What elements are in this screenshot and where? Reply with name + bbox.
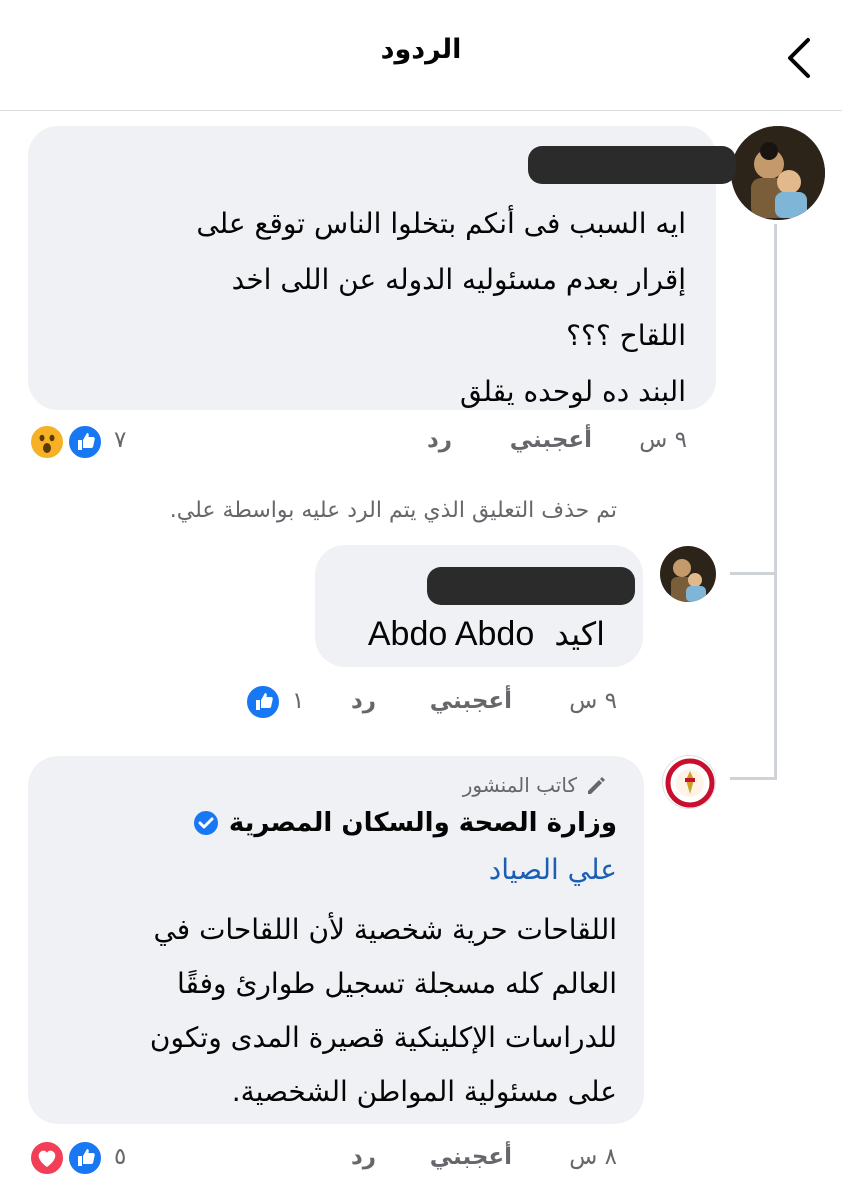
comment-bubble[interactable]: ايه السبب فى أنكم بتخلوا الناس توقع على … [28, 126, 736, 410]
reply-button[interactable]: رد [427, 427, 452, 453]
comment-body: اللقاحات حرية شخصية لأن اللقاحات في العا… [150, 903, 617, 1119]
like-button[interactable]: أعجبني [510, 427, 592, 453]
reply-button[interactable]: رد [351, 1144, 376, 1170]
deleted-comment-notice: تم حذف التعليق الذي يتم الرد عليه بواسطة… [169, 498, 617, 523]
redacted-author-name [427, 567, 635, 605]
like-icon [66, 423, 104, 461]
ministry-logo-avatar[interactable] [662, 755, 716, 809]
comment-time: ٩ س [569, 688, 617, 714]
comment-text-line: اللقاحات حرية شخصية لأن اللقاحات في [153, 913, 617, 946]
comment-time: ٨ س [569, 1144, 617, 1170]
pencil-icon [588, 777, 605, 794]
page-title: الردود [380, 34, 462, 65]
comment-text-line: العالم كله مسجلة تسجيل طوارئ وفقًا [176, 967, 617, 1000]
comment-text-line: البند ده لوحده يقلق [460, 375, 686, 408]
reaction-count: ٧ [114, 427, 127, 453]
author-badge: كاتب المنشور [463, 773, 607, 797]
page-author-name[interactable]: وزارة الصحة والسكان المصرية [193, 808, 617, 838]
comment-bubble[interactable]: اكيد Abdo Abdo [315, 545, 643, 667]
avatar[interactable] [660, 546, 716, 602]
like-button[interactable]: أعجبني [430, 688, 512, 714]
avatar[interactable] [731, 126, 825, 220]
comment-text-line: على مسئولية المواطن الشخصية. [231, 1075, 617, 1108]
reaction-count: ١ [292, 688, 305, 714]
mention-link[interactable]: علي الصياد [489, 853, 617, 886]
like-icon [66, 1139, 104, 1177]
comment-text-line: للدراسات الإكلينكية قصيرة المدى وتكون [149, 1021, 617, 1054]
comment-actions: ٩ س أعجبني رد [0, 688, 842, 722]
comment-text-line: إقرار بعدم مسئوليه الدوله عن اللى اخد [231, 263, 686, 296]
comment-time: ٩ س [639, 427, 687, 453]
comment-text-line: ايه السبب فى أنكم بتخلوا الناس توقع على [196, 207, 686, 240]
like-icon [244, 683, 282, 721]
reply-button[interactable]: رد [351, 688, 376, 714]
redacted-author-name [528, 146, 736, 184]
thread-connector [730, 572, 776, 575]
wow-icon [28, 423, 66, 461]
comment-text: اكيد [554, 615, 605, 653]
love-icon [28, 1139, 66, 1177]
header-bar: الردود [0, 0, 842, 111]
thread-connector [730, 777, 776, 780]
mention-link[interactable]: Abdo Abdo [368, 615, 534, 653]
like-button[interactable]: أعجبني [430, 1144, 512, 1170]
comment-text-line: اللقاح ؟؟؟ [566, 319, 686, 352]
verified-badge-icon [193, 811, 218, 835]
author-badge-label: كاتب المنشور [462, 773, 577, 797]
page-name-text: وزارة الصحة والسكان المصرية [228, 808, 617, 838]
reaction-count: ٥ [114, 1144, 127, 1170]
